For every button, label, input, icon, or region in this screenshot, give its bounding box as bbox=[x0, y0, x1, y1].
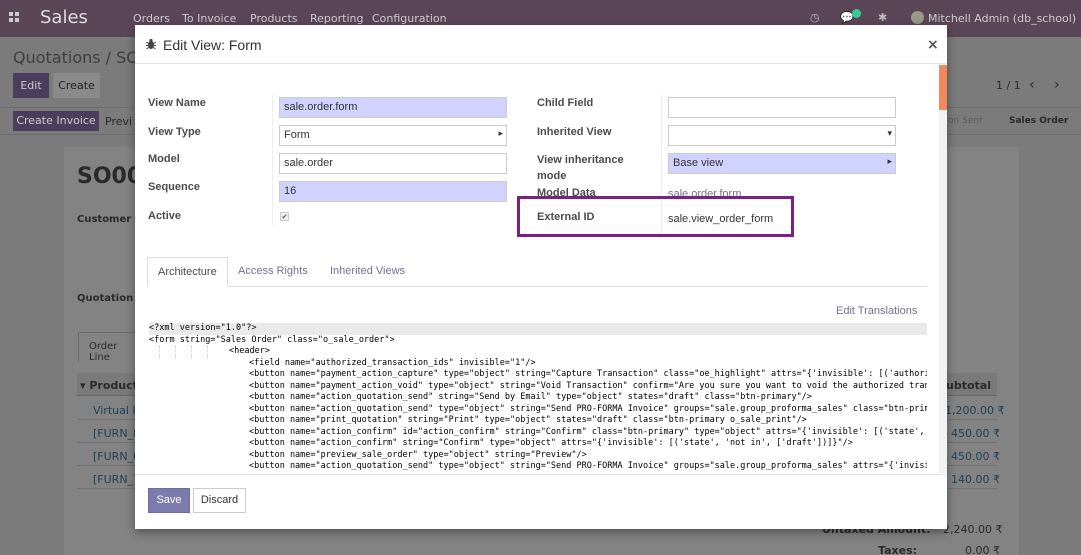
subtotal-cell: 1,200.00 ₹ bbox=[945, 404, 1005, 417]
indent-guide bbox=[159, 346, 160, 358]
code-line: <button name="action_confirm" string="Co… bbox=[249, 438, 853, 448]
view-type-label: View Type bbox=[148, 126, 201, 138]
app-name[interactable]: Sales bbox=[40, 7, 88, 28]
indent-guide bbox=[191, 346, 192, 358]
dialog-title: Edit View: Form bbox=[163, 37, 262, 53]
code-line: <button name="print_quotation" string="P… bbox=[249, 415, 807, 425]
inheritance-mode-value: Base view bbox=[673, 157, 724, 169]
menu-products[interactable]: Products bbox=[250, 12, 298, 25]
code-line: <form string="Sales Order" class="o_sale… bbox=[149, 334, 395, 345]
menu-reporting[interactable]: Reporting bbox=[310, 12, 363, 25]
pager-next-icon[interactable]: › bbox=[1054, 77, 1060, 93]
quotation-template-label: Quotation T bbox=[77, 293, 144, 304]
scrollbar-track[interactable] bbox=[939, 65, 947, 473]
menu-to-invoice[interactable]: To Invoice bbox=[182, 12, 236, 25]
active-checkbox[interactable]: ✔ bbox=[280, 212, 289, 221]
edit-translations-link[interactable]: Edit Translations bbox=[836, 305, 917, 317]
code-line: <header> bbox=[149, 346, 927, 358]
code-line: <button name="payment_action_void" type=… bbox=[249, 380, 927, 391]
menu-configuration[interactable]: Configuration bbox=[372, 12, 447, 25]
tab-architecture[interactable]: Architecture bbox=[147, 257, 228, 287]
pager-previous-icon[interactable]: ‹ bbox=[1029, 77, 1035, 93]
taxes-label: Taxes: bbox=[878, 544, 918, 555]
code-line: <button name="action_quotation_send" typ… bbox=[249, 403, 927, 414]
notebook-tabs: Architecture Access Rights Inherited Vie… bbox=[147, 257, 927, 287]
sequence-label: Sequence bbox=[148, 181, 200, 193]
code-line: <button name="action_quotation_send" typ… bbox=[249, 461, 927, 471]
customer-label: Customer bbox=[77, 214, 132, 225]
product-cell[interactable]: [FURN_8 bbox=[93, 427, 140, 440]
dialog-body: View Name sale.order.form View Type Form… bbox=[135, 65, 947, 473]
inheritance-mode-label-line1: View inheritance bbox=[537, 154, 624, 166]
create-invoice-button[interactable]: Create Invoice bbox=[13, 111, 99, 131]
external-id-highlight bbox=[517, 196, 794, 237]
close-icon[interactable]: × bbox=[927, 37, 939, 53]
inheritance-mode-select[interactable]: Base view ▸ bbox=[668, 153, 896, 174]
status-quotation-sent: on Sent bbox=[948, 116, 983, 126]
inherited-view-label: Inherited View bbox=[537, 126, 612, 138]
child-field-input[interactable] bbox=[668, 97, 896, 118]
taxes-value: 0.00 ₹ bbox=[965, 544, 1000, 555]
user-name[interactable]: Mitchell Admin (db_school) bbox=[928, 12, 1076, 25]
inheritance-mode-label-line2: mode bbox=[537, 170, 567, 182]
sequence-field[interactable]: 16 bbox=[279, 181, 507, 202]
chevron-down-icon: ▾ bbox=[887, 128, 892, 138]
preview-button[interactable]: Previ bbox=[105, 115, 132, 128]
activity-clock-icon[interactable]: ◷ bbox=[810, 11, 820, 24]
scrollbar-thumb[interactable] bbox=[939, 65, 947, 110]
tab-access-rights[interactable]: Access Rights bbox=[228, 257, 318, 287]
pager-value[interactable]: 1 / 1 bbox=[996, 79, 1021, 92]
untaxed-amount-value: 2,240.00 ₹ bbox=[943, 523, 1003, 536]
code-line: <button name="action_confirm" id="action… bbox=[249, 426, 927, 437]
view-type-select[interactable]: Form ▸ bbox=[279, 125, 507, 146]
discard-button[interactable]: Discard bbox=[193, 488, 246, 513]
avatar[interactable] bbox=[911, 11, 924, 24]
subtotal-cell: 450.00 ₹ bbox=[951, 450, 1000, 463]
subtotal-cell: 140.00 ₹ bbox=[951, 473, 1000, 486]
record-title: SO00 bbox=[77, 164, 143, 189]
chevron-down-icon: ▸ bbox=[887, 156, 892, 166]
dialog-header: Edit View: Form × bbox=[135, 25, 947, 64]
arch-code-editor[interactable]: <?xml version="1.0"?> <form string="Sale… bbox=[149, 323, 927, 473]
subtotal-cell: 450.00 ₹ bbox=[951, 427, 1000, 440]
inherited-view-select[interactable]: ▾ bbox=[668, 125, 896, 146]
edit-button[interactable]: Edit bbox=[13, 73, 49, 98]
indent-guide bbox=[175, 346, 176, 358]
subtotal-column-header[interactable]: ubtotal bbox=[946, 379, 991, 392]
indent-guide bbox=[207, 346, 208, 358]
code-line: <?xml version="1.0"?> bbox=[149, 323, 927, 335]
child-field-label: Child Field bbox=[537, 97, 594, 109]
messages-badge bbox=[852, 9, 861, 18]
code-line: <field name="authorized_transaction_ids"… bbox=[249, 357, 536, 368]
view-type-value: Form bbox=[284, 129, 310, 141]
dialog-footer: Save Discard bbox=[135, 474, 947, 529]
tab-order-lines[interactable]: Order Line bbox=[78, 332, 138, 363]
menu-orders[interactable]: Orders bbox=[133, 12, 170, 25]
chevron-down-icon: ▸ bbox=[498, 128, 503, 138]
view-name-field[interactable]: sale.order.form bbox=[279, 97, 507, 118]
view-name-label: View Name bbox=[148, 97, 206, 109]
product-cell[interactable]: [FURN_7 bbox=[93, 473, 140, 486]
tab-inherited-views[interactable]: Inherited Views bbox=[320, 257, 415, 287]
save-button[interactable]: Save bbox=[148, 488, 190, 513]
model-label: Model bbox=[148, 153, 180, 165]
apps-grid-icon[interactable] bbox=[9, 12, 21, 24]
product-column-header[interactable]: ▾ Product bbox=[80, 379, 138, 392]
status-sales-order: Sales Order bbox=[1009, 116, 1069, 126]
column-divider bbox=[272, 95, 273, 225]
code-line: <button name="preview_sale_order" type="… bbox=[249, 449, 587, 460]
debug-bug-icon[interactable]: ✱ bbox=[878, 11, 887, 24]
product-cell[interactable]: [FURN_6 bbox=[93, 450, 140, 463]
active-label: Active bbox=[148, 210, 182, 222]
bug-icon bbox=[145, 38, 157, 50]
code-line: <button name="payment_action_capture" ty… bbox=[249, 369, 927, 379]
code-line: <button name="action_quotation_send" str… bbox=[249, 392, 812, 402]
edit-view-dialog: Edit View: Form × View Name sale.order.f… bbox=[135, 25, 947, 529]
model-field[interactable]: sale.order bbox=[279, 153, 507, 174]
create-button[interactable]: Create bbox=[53, 73, 100, 98]
